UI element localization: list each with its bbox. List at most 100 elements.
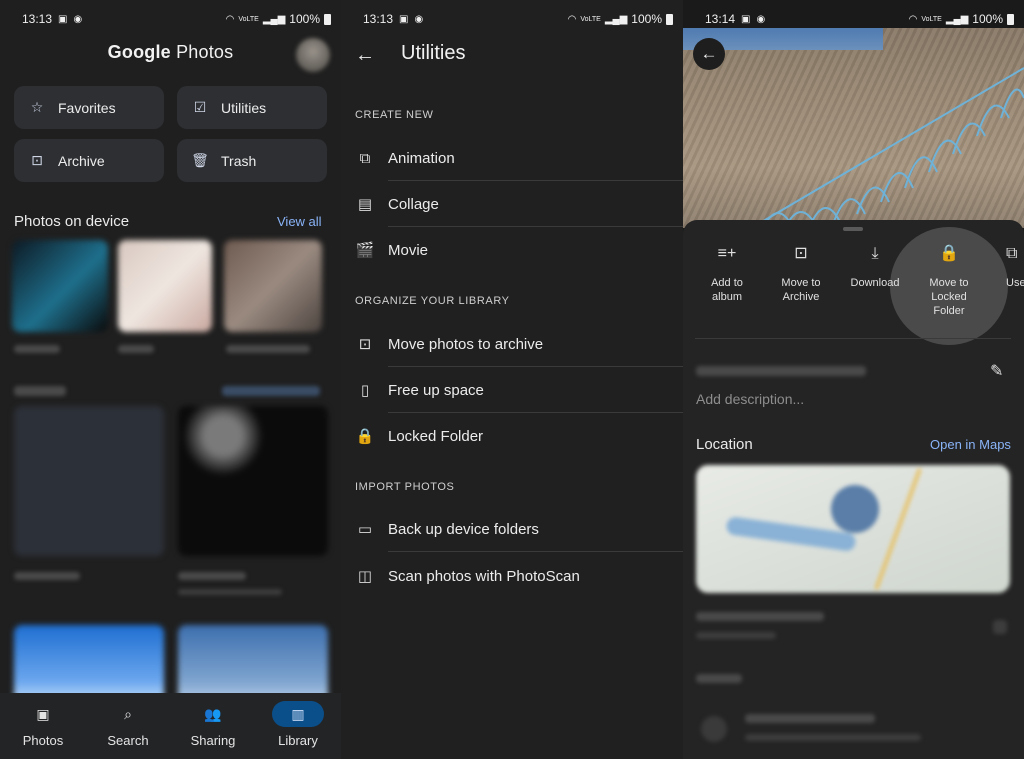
utility-animation[interactable]: ⧉ Animation [341, 135, 683, 181]
signal-icon: ▂▄▆ [945, 13, 969, 25]
divider [695, 338, 1011, 339]
section-import: IMPORT PHOTOS [355, 481, 455, 493]
star-icon: ☆ [30, 99, 44, 115]
battery-icon [666, 13, 673, 25]
sync-notification-icon: ◉ [73, 13, 83, 25]
search-icon: ⌕ [124, 706, 132, 722]
photoscan-icon: ◫ [357, 568, 373, 585]
open-in-maps-link[interactable]: Open in Maps [930, 437, 1011, 452]
use-as-action[interactable]: ⧉ Use [986, 242, 1024, 290]
battery-icon [1007, 13, 1014, 25]
blurred-link [222, 386, 320, 396]
nav-sharing[interactable]: 👥 Sharing [178, 701, 248, 748]
archive-chip[interactable]: ⊡ Archive [14, 139, 164, 182]
move-to-archive-action[interactable]: ⊡ Move to Archive [764, 242, 838, 304]
status-time: 13:14 [705, 12, 736, 26]
edit-pencil-icon[interactable]: ✎ [990, 361, 1003, 381]
blurred-albums-heading [14, 386, 66, 396]
sync-notification-icon: ◉ [756, 13, 766, 25]
lock-icon: 🔒 [939, 245, 959, 262]
archive-icon: ⊡ [31, 152, 43, 168]
gallery-notification-icon: ▣ [58, 13, 68, 25]
blurred-file-icon [701, 716, 727, 742]
movie-icon: 🎬 [355, 242, 375, 259]
blurred-date [696, 366, 866, 376]
blurred-label [118, 345, 154, 353]
back-arrow-icon: ← [700, 44, 718, 63]
utilities-icon: ☑ [193, 99, 207, 115]
gallery-notification-icon: ▣ [741, 13, 751, 25]
blurred-label [226, 345, 310, 353]
nav-search[interactable]: ⌕ Search [93, 701, 163, 748]
utility-movie[interactable]: 🎬 Movie [341, 227, 683, 273]
utility-free-up-space[interactable]: ▯ Free up space [341, 367, 683, 413]
utility-photoscan[interactable]: ◫ Scan photos with PhotoScan [341, 553, 683, 599]
lock-icon: 🔒 [355, 428, 375, 445]
trash-chip[interactable]: 🗑 Trash [177, 139, 327, 182]
status-bar: 13:14 ▣ ◉ ◠ VoLTE ▂▄▆ 100% [705, 10, 1014, 28]
blurred-label [178, 589, 282, 595]
bottom-navigation: ▣ Photos ⌕ Search 👥 Sharing ▥ Library [0, 693, 341, 759]
battery-percent: 100% [631, 12, 662, 26]
status-time: 13:13 [363, 12, 394, 26]
divider [388, 551, 683, 552]
download-action[interactable]: ⤓ Download [838, 242, 912, 290]
volte-icon: VoLTE [238, 15, 259, 23]
blurred-label [14, 572, 80, 580]
sync-notification-icon: ◉ [414, 13, 424, 25]
photo-icon: ▣ [36, 706, 50, 722]
nav-photos[interactable]: ▣ Photos [8, 701, 78, 748]
volte-icon: VoLTE [580, 15, 601, 23]
utilities-screen: Vi 13:13 ▣ ◉ ◠ VoLTE ▂▄▆ 100% ← Utilitie… [341, 0, 683, 759]
blurred-file-meta [745, 734, 921, 741]
album-thumbnail[interactable] [178, 406, 328, 556]
photo-location-marker [831, 485, 879, 533]
blurred-filename [745, 714, 875, 723]
back-arrow-icon[interactable]: ← [355, 44, 375, 67]
blurred-place-name [696, 612, 824, 621]
download-icon: ⤓ [871, 245, 879, 262]
battery-percent: 100% [972, 12, 1003, 26]
utility-move-to-archive[interactable]: ⊡ Move photos to archive [341, 321, 683, 367]
wifi-icon: ◠ [908, 13, 918, 25]
device-folder-thumbnail[interactable] [224, 240, 322, 332]
device-folder-thumbnail[interactable] [12, 240, 108, 332]
photo-preview[interactable] [683, 28, 1024, 228]
photo-detail-screen: 13:14 ▣ ◉ ◠ VoLTE ▂▄▆ 100% ← ≡+ Add to a… [683, 0, 1024, 759]
device-folder-thumbnail[interactable] [118, 240, 212, 332]
signal-icon: ▂▄▆ [604, 13, 628, 25]
move-to-locked-folder-action[interactable]: 🔒 Move to Locked Folder [912, 242, 986, 318]
drag-handle[interactable] [843, 227, 863, 231]
archive-icon: ⊡ [794, 245, 808, 262]
add-description-field[interactable]: Add description... [696, 391, 804, 407]
back-button[interactable]: ← [693, 38, 725, 70]
info-bottom-sheet: ≡+ Add to album ⊡ Move to Archive ⤓ Down… [683, 220, 1024, 759]
utility-locked-folder[interactable]: 🔒 Locked Folder [341, 413, 683, 459]
page-title: Utilities [401, 42, 466, 64]
add-to-album-action[interactable]: ≡+ Add to album [690, 242, 764, 304]
blurred-details-heading [696, 674, 742, 683]
utility-collage[interactable]: ▤ Collage [341, 181, 683, 227]
status-time: 13:13 [22, 12, 53, 26]
phone-check-icon: ▯ [360, 382, 370, 399]
favorites-chip[interactable]: ☆ Favorites [14, 86, 164, 129]
wifi-icon: ◠ [567, 13, 577, 25]
account-avatar[interactable] [296, 38, 330, 72]
add-to-album-icon: ≡+ [717, 245, 737, 262]
battery-percent: 100% [289, 12, 320, 26]
blurred-edit-icon [993, 620, 1007, 634]
utilities-chip[interactable]: ☑ Utilities [177, 86, 327, 129]
blurred-label [178, 572, 246, 580]
folder-icon: ▭ [357, 521, 373, 538]
nav-library[interactable]: ▥ Library [263, 701, 333, 748]
animation-icon: ⧉ [359, 149, 371, 167]
wifi-icon: ◠ [225, 13, 235, 25]
volte-icon: VoLTE [921, 15, 942, 23]
section-organize: ORGANIZE YOUR LIBRARY [355, 295, 510, 307]
location-map[interactable] [696, 465, 1010, 593]
location-heading: Location [696, 436, 753, 453]
utility-back-up-folders[interactable]: ▭ Back up device folders [341, 506, 683, 552]
new-album-tile[interactable] [14, 406, 164, 556]
view-all-link[interactable]: View all [277, 214, 322, 229]
status-bar: 13:13 ▣ ◉ ◠ VoLTE ▂▄▆ 100% [22, 10, 331, 28]
